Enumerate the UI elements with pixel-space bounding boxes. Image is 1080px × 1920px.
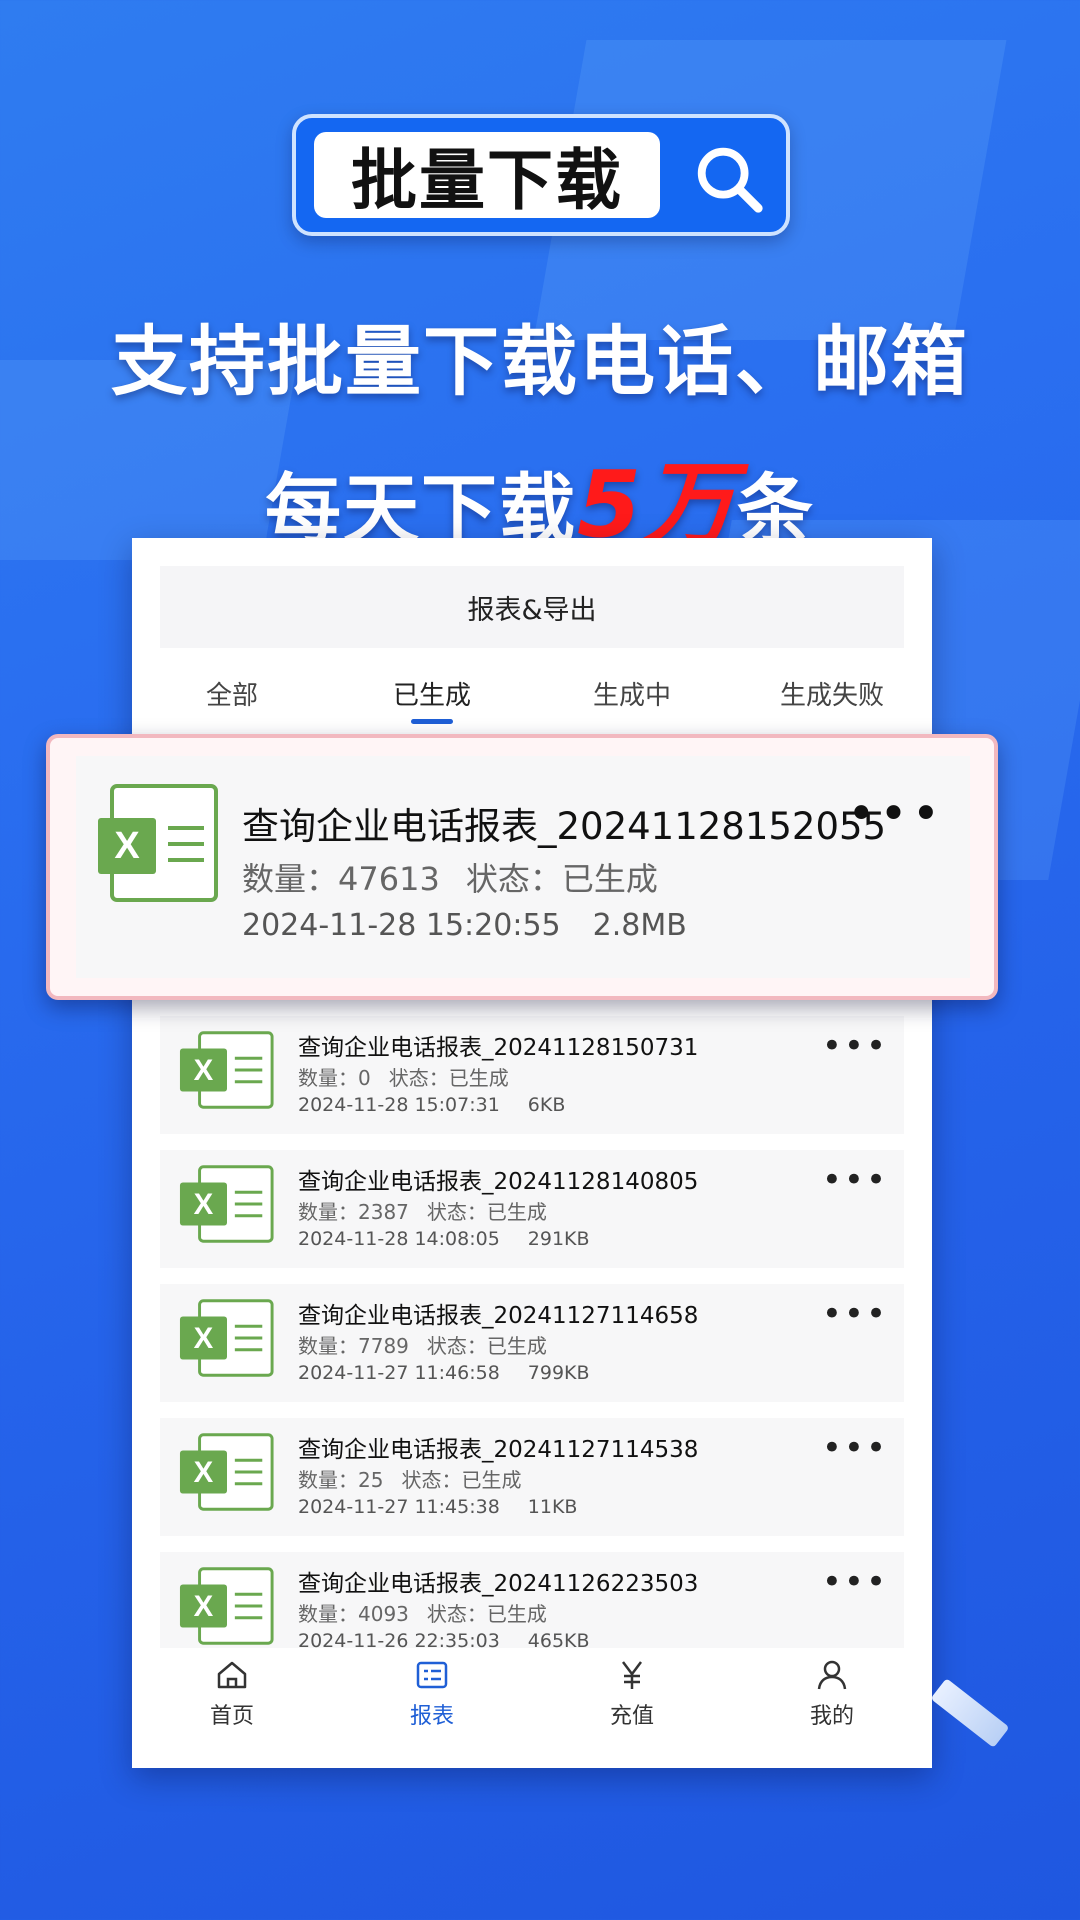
more-menu-icon[interactable]: •••	[822, 1026, 888, 1066]
search-icon	[697, 147, 763, 213]
report-size: 2.8MB	[592, 908, 687, 943]
report-time: 2024-11-27 11:45:38	[298, 1496, 500, 1518]
report-status: 状态：已生成	[388, 1066, 509, 1090]
tab-generated[interactable]: 已生成	[332, 658, 532, 728]
yen-icon	[622, 1661, 642, 1689]
report-meta: 数量：2387 状态：已生成	[298, 1196, 565, 1225]
tab-generating[interactable]: 生成中	[532, 658, 732, 728]
report-title: 查询企业电话报表_20241128152055	[242, 805, 887, 848]
more-menu-icon[interactable]: •••	[822, 1428, 888, 1468]
phone-screen: 报表&导出 全部 已生成 生成中 生成失败 X 查询企业电话报表_2024112…	[132, 538, 932, 1768]
list-item[interactable]: X 查询企业电话报表_20241128150731 数量：0 状态：已生成 202…	[160, 1016, 904, 1134]
tab-all[interactable]: 全部	[132, 658, 332, 728]
status-tabs: 全部 已生成 生成中 生成失败	[132, 658, 932, 728]
highlighted-report-card[interactable]: X 查询企业电话报表_20241128152055 数量：47613 状态：已生成…	[46, 734, 998, 1000]
report-time-size: 2024-11-28 15:20:55 2.8MB	[242, 908, 719, 943]
report-status: 状态：已生成	[465, 860, 658, 898]
svg-text:X: X	[194, 1590, 214, 1623]
report-time: 2024-11-28 14:08:05	[298, 1228, 500, 1250]
list-item[interactable]: X 查询企业电话报表_20241128140805 数量：2387 状态：已生成 …	[160, 1150, 904, 1268]
report-title: 查询企业电话报表_20241126223503	[298, 1571, 699, 1597]
excel-file-icon: X	[98, 784, 218, 902]
excel-file-icon: X	[179, 1031, 274, 1109]
report-time: 2024-11-27 11:46:58	[298, 1362, 500, 1384]
excel-file-icon: X	[179, 1299, 274, 1377]
home-icon	[217, 1661, 247, 1689]
report-time-size: 2024-11-27 11:45:38 11KB	[298, 1496, 605, 1518]
decorative-stand	[930, 1678, 1010, 1748]
banner-headline: 支持批量下载电话、邮箱	[111, 317, 969, 406]
tabbar-label: 报表	[409, 1704, 454, 1729]
report-status: 状态：已生成	[401, 1468, 522, 1492]
report-meta: 数量：25 状态：已生成	[298, 1464, 539, 1493]
tab-failed[interactable]: 生成失败	[732, 658, 932, 728]
report-title: 查询企业电话报表_20241127114538	[298, 1437, 699, 1463]
report-time-size: 2024-11-28 14:08:05 291KB	[298, 1228, 618, 1250]
tabbar-label: 我的	[809, 1704, 854, 1729]
tabbar-item-home[interactable]: 首页	[132, 1658, 332, 1768]
page-title: 报表&导出	[160, 566, 904, 648]
excel-file-icon: X	[179, 1165, 274, 1243]
report-meta: 数量：4093 状态：已生成	[298, 1598, 565, 1627]
report-meta: 数量：7789 状态：已生成	[298, 1330, 565, 1359]
report-count: 数量：0	[298, 1066, 371, 1090]
report-count: 数量：7789	[298, 1334, 409, 1358]
highlighted-report-body: X 查询企业电话报表_20241128152055 数量：47613 状态：已生成…	[76, 756, 970, 978]
bottom-tab-bar: 首页 报表 充值 我的	[132, 1648, 932, 1768]
report-count: 数量：25	[298, 1468, 384, 1492]
more-menu-icon[interactable]: •••	[847, 786, 944, 842]
excel-file-icon: X	[179, 1567, 274, 1645]
svg-text:X: X	[194, 1188, 214, 1221]
report-count: 数量：47613	[242, 860, 440, 898]
report-count: 数量：4093	[298, 1602, 409, 1626]
list-item[interactable]: X 查询企业电话报表_20241127114658 数量：7789 状态：已生成 …	[160, 1284, 904, 1402]
report-icon	[416, 1661, 448, 1689]
report-meta: 数量：47613 状态：已生成	[242, 854, 684, 900]
banner-search-pill: 批量下载	[292, 114, 790, 236]
report-time: 2024-11-28 15:20:55	[242, 908, 561, 943]
svg-text:X: X	[114, 825, 140, 867]
report-size: 6KB	[527, 1094, 566, 1116]
more-menu-icon[interactable]: •••	[822, 1294, 888, 1334]
report-status: 状态：已生成	[426, 1602, 547, 1626]
report-meta: 数量：0 状态：已生成	[298, 1062, 527, 1091]
report-size: 799KB	[527, 1362, 590, 1384]
report-status: 状态：已生成	[426, 1200, 547, 1224]
excel-file-icon: X	[179, 1433, 274, 1511]
tabbar-item-mine[interactable]: 我的	[732, 1658, 932, 1768]
tabbar-label: 首页	[209, 1704, 254, 1729]
svg-text:X: X	[194, 1054, 214, 1087]
report-status: 状态：已生成	[426, 1334, 547, 1358]
report-title: 查询企业电话报表_20241128150731	[298, 1035, 699, 1061]
tabbar-item-report[interactable]: 报表	[332, 1658, 532, 1768]
user-icon	[817, 1660, 847, 1690]
more-menu-icon[interactable]: •••	[822, 1562, 888, 1602]
report-time: 2024-11-28 15:07:31	[298, 1094, 500, 1116]
banner-search-label: 批量下载	[314, 132, 660, 219]
svg-text:X: X	[194, 1456, 214, 1489]
report-title: 查询企业电话报表_20241128140805	[298, 1169, 699, 1195]
report-title: 查询企业电话报表_20241127114658	[298, 1303, 699, 1329]
more-menu-icon[interactable]: •••	[822, 1160, 888, 1200]
report-time-size: 2024-11-27 11:46:58 799KB	[298, 1362, 618, 1384]
tabbar-item-recharge[interactable]: 充值	[532, 1658, 732, 1768]
tabbar-label: 充值	[609, 1704, 654, 1729]
svg-text:X: X	[194, 1322, 214, 1355]
report-size: 11KB	[527, 1496, 578, 1518]
report-size: 291KB	[527, 1228, 590, 1250]
report-count: 数量：2387	[298, 1200, 409, 1224]
report-time-size: 2024-11-28 15:07:31 6KB	[298, 1094, 593, 1116]
list-item[interactable]: X 查询企业电话报表_20241127114538 数量：25 状态：已生成 20…	[160, 1418, 904, 1536]
